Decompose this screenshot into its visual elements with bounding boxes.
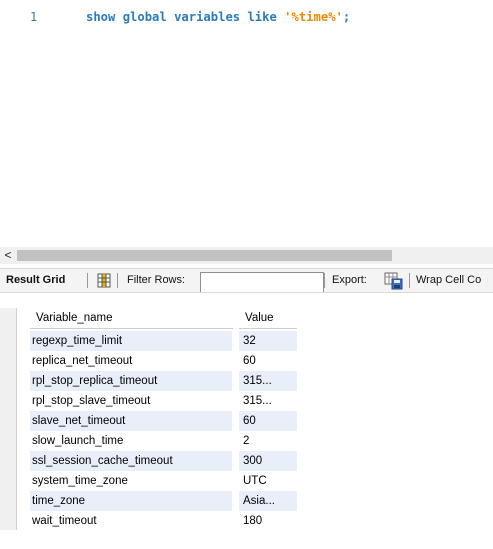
keyword-like: like bbox=[247, 10, 277, 24]
column-header-label: Variable_name bbox=[36, 312, 113, 324]
grid-layout-icon[interactable] bbox=[97, 273, 111, 288]
scroll-left-arrow-icon[interactable]: < bbox=[2, 247, 14, 264]
cell-value[interactable]: UTC bbox=[239, 471, 297, 491]
column-header-value[interactable]: Value bbox=[239, 308, 297, 329]
table-row[interactable]: replica_net_timeout 60 bbox=[0, 351, 300, 371]
cell-value[interactable]: 2 bbox=[239, 431, 297, 451]
table-row[interactable]: slave_net_timeout 60 bbox=[0, 411, 300, 431]
result-grid-tab[interactable]: Result Grid bbox=[6, 274, 65, 286]
keyword-global: global bbox=[122, 10, 167, 24]
toolbar-separator bbox=[87, 273, 88, 288]
scrollbar-thumb[interactable] bbox=[17, 250, 392, 261]
table-row[interactable]: slow_launch_time 2 bbox=[0, 431, 300, 451]
cell-variable-name[interactable]: slave_net_timeout bbox=[30, 411, 232, 431]
cell-variable-name[interactable]: system_time_zone bbox=[30, 471, 232, 491]
column-header-label: Value bbox=[245, 312, 274, 324]
export-label: Export: bbox=[332, 274, 367, 286]
cell-value[interactable]: 180 bbox=[239, 511, 297, 531]
cell-variable-name[interactable]: rpl_stop_replica_timeout bbox=[30, 371, 232, 391]
cell-variable-name[interactable]: slow_launch_time bbox=[30, 431, 232, 451]
table-row[interactable]: rpl_stop_replica_timeout 315... bbox=[0, 371, 300, 391]
table-row[interactable]: rpl_stop_slave_timeout 315... bbox=[0, 391, 300, 411]
toolbar-separator bbox=[117, 273, 118, 288]
result-toolbar: Result Grid Filter Rows: Export: Wrap Ce… bbox=[0, 268, 493, 293]
statement-terminator: ; bbox=[342, 10, 351, 24]
cell-value[interactable]: 60 bbox=[239, 411, 297, 431]
cell-value[interactable]: 60 bbox=[239, 351, 297, 371]
horizontal-scrollbar[interactable]: < bbox=[0, 247, 493, 264]
table-row[interactable]: regexp_time_limit 32 bbox=[0, 331, 300, 351]
cell-value[interactable]: 300 bbox=[239, 451, 297, 471]
cell-variable-name[interactable]: regexp_time_limit bbox=[30, 331, 232, 351]
cell-value[interactable]: 32 bbox=[239, 331, 297, 351]
pattern-string: '%time%' bbox=[284, 10, 343, 24]
table-row[interactable]: ssl_session_cache_timeout 300 bbox=[0, 451, 300, 471]
cell-variable-name[interactable]: time_zone bbox=[30, 491, 232, 511]
sql-statement[interactable]: show global variables like '%time%'; bbox=[86, 10, 350, 24]
line-number: 1 bbox=[30, 10, 38, 24]
editor-line[interactable]: 1 show global variables like '%time%'; bbox=[0, 9, 493, 27]
cell-variable-name[interactable]: wait_timeout bbox=[30, 511, 232, 531]
cell-value[interactable]: 315... bbox=[239, 371, 297, 391]
keyword-variables: variables bbox=[174, 10, 241, 24]
keyword-show: show bbox=[86, 10, 116, 24]
table-row[interactable]: time_zone Asia... bbox=[0, 491, 300, 511]
sql-editor[interactable]: 1 show global variables like '%time%'; bbox=[0, 0, 493, 235]
toolbar-separator bbox=[324, 273, 325, 288]
cell-value[interactable]: Asia... bbox=[239, 491, 297, 511]
wrap-cell-content-label[interactable]: Wrap Cell Co bbox=[416, 274, 481, 286]
column-header-variable-name[interactable]: Variable_name bbox=[30, 308, 233, 329]
table-row[interactable]: wait_timeout 180 bbox=[0, 511, 300, 531]
filter-rows-label: Filter Rows: bbox=[127, 274, 186, 286]
table-row[interactable]: system_time_zone UTC bbox=[0, 471, 300, 491]
cell-variable-name[interactable]: replica_net_timeout bbox=[30, 351, 232, 371]
cell-value[interactable]: 315... bbox=[239, 391, 297, 411]
cell-variable-name[interactable]: rpl_stop_slave_timeout bbox=[30, 391, 232, 411]
filter-rows-input[interactable] bbox=[200, 272, 324, 292]
toolbar-separator bbox=[409, 273, 410, 288]
export-save-icon[interactable] bbox=[384, 272, 404, 290]
cell-variable-name[interactable]: ssl_session_cache_timeout bbox=[30, 451, 232, 471]
